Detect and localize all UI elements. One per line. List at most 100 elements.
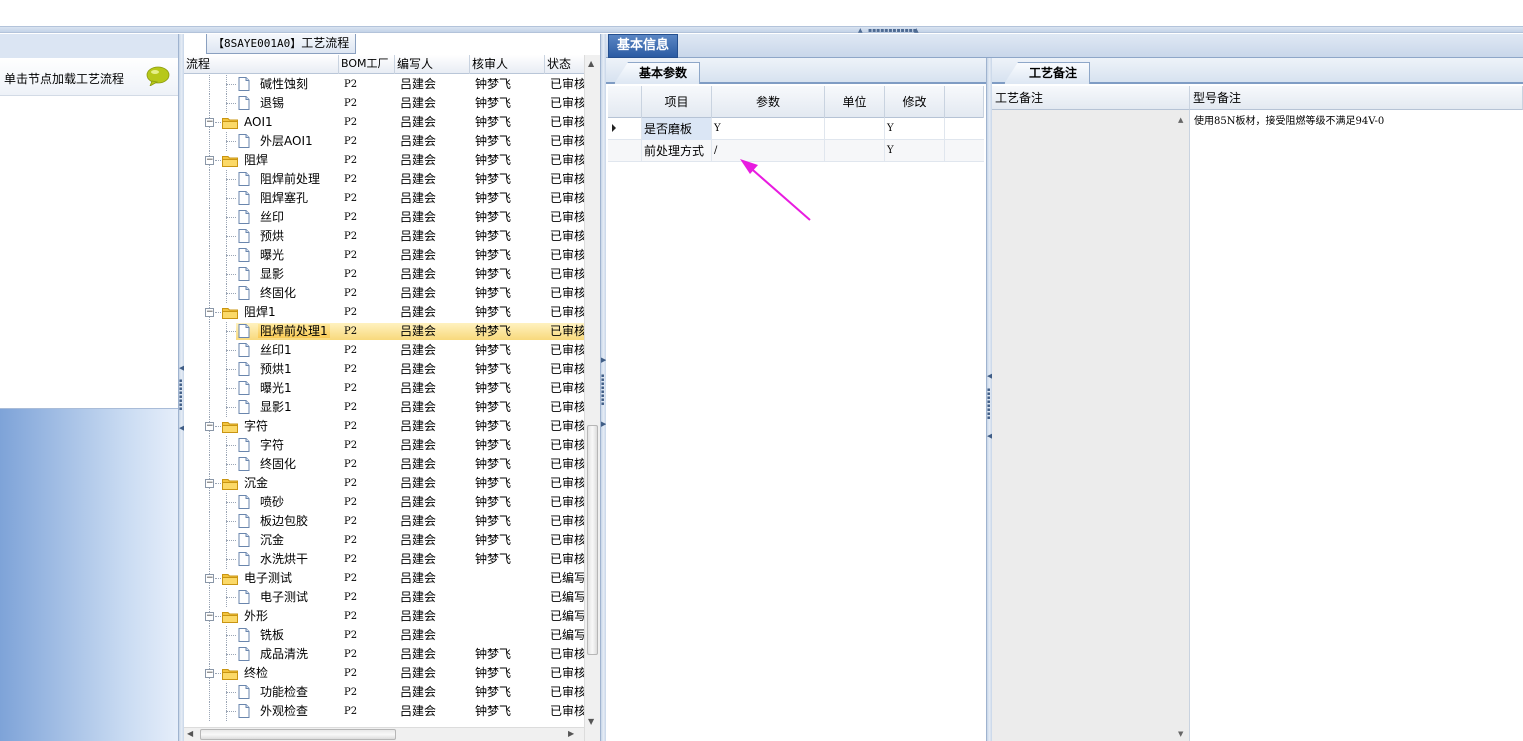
cell-status[interactable]: 已审核 bbox=[550, 322, 584, 341]
cell-reviewer[interactable]: 钟梦飞 bbox=[475, 493, 545, 512]
cell-status[interactable]: 已审核 bbox=[550, 702, 584, 721]
tree-row[interactable]: 预烘1 P2 吕建会 钟梦飞 已审核 bbox=[184, 360, 584, 379]
scroll-down-icon[interactable]: ▼ bbox=[588, 717, 594, 726]
tree-row[interactable]: − 字符 P2 吕建会 钟梦飞 已审核 bbox=[184, 417, 584, 436]
cell-bom-factory[interactable]: P2 bbox=[344, 569, 394, 588]
tree-row[interactable]: − 终检 P2 吕建会 钟梦飞 已审核 bbox=[184, 664, 584, 683]
cell-writer[interactable]: 吕建会 bbox=[400, 322, 470, 341]
cell-writer[interactable]: 吕建会 bbox=[400, 531, 470, 550]
cell-writer[interactable]: 吕建会 bbox=[400, 683, 470, 702]
cell-bom-factory[interactable]: P2 bbox=[344, 436, 394, 455]
cell-status[interactable]: 已审核 bbox=[550, 664, 584, 683]
tree-row[interactable]: 沉金 P2 吕建会 钟梦飞 已审核 bbox=[184, 531, 584, 550]
cell-status[interactable]: 已审核 bbox=[550, 75, 584, 94]
cell-bom-factory[interactable]: P2 bbox=[344, 379, 394, 398]
cell-bom-factory[interactable]: P2 bbox=[344, 588, 394, 607]
cell-status[interactable]: 已审核 bbox=[550, 550, 584, 569]
cell-writer[interactable]: 吕建会 bbox=[400, 265, 470, 284]
cell-reviewer[interactable]: 钟梦飞 bbox=[475, 322, 545, 341]
cell-bom-factory[interactable]: P2 bbox=[344, 246, 394, 265]
cell-reviewer[interactable]: 钟梦飞 bbox=[475, 531, 545, 550]
cell-bom-factory[interactable]: P2 bbox=[344, 417, 394, 436]
collapse-toggle-icon[interactable]: − bbox=[205, 308, 214, 317]
column-header-param[interactable]: 参数 bbox=[712, 86, 825, 118]
cell-status[interactable]: 已审核 bbox=[550, 151, 584, 170]
cell-status[interactable]: 已审核 bbox=[550, 132, 584, 151]
cell-process[interactable]: 退锡 bbox=[258, 94, 340, 113]
column-header-reviewer[interactable]: 核审人 bbox=[470, 55, 545, 74]
cell-bom-factory[interactable]: P2 bbox=[344, 113, 394, 132]
cell-bom-factory[interactable]: P2 bbox=[344, 607, 394, 626]
cell-process[interactable]: 外形 bbox=[242, 607, 340, 626]
cell-reviewer[interactable]: 钟梦飞 bbox=[475, 189, 545, 208]
cell-reviewer[interactable] bbox=[475, 626, 545, 645]
collapse-toggle-icon[interactable]: − bbox=[205, 669, 214, 678]
cell-status[interactable]: 已审核 bbox=[550, 265, 584, 284]
tree-row[interactable]: 退锡 P2 吕建会 钟梦飞 已审核 bbox=[184, 94, 584, 113]
cell-bom-factory[interactable]: P2 bbox=[344, 512, 394, 531]
tree-row[interactable]: − AOI1 P2 吕建会 钟梦飞 已审核 bbox=[184, 113, 584, 132]
cell-bom-factory[interactable]: P2 bbox=[344, 683, 394, 702]
cell-modify[interactable]: Y bbox=[885, 118, 945, 140]
tree-row[interactable]: 字符 P2 吕建会 钟梦飞 已审核 bbox=[184, 436, 584, 455]
cell-reviewer[interactable]: 钟梦飞 bbox=[475, 208, 545, 227]
collapse-toggle-icon[interactable]: − bbox=[205, 479, 214, 488]
cell-item[interactable]: 前处理方式 bbox=[642, 140, 712, 162]
column-header-status[interactable]: 状态 bbox=[545, 55, 584, 74]
cell-status[interactable]: 已审核 bbox=[550, 208, 584, 227]
cell-reviewer[interactable]: 钟梦飞 bbox=[475, 246, 545, 265]
cell-reviewer[interactable]: 钟梦飞 bbox=[475, 702, 545, 721]
tree-row[interactable]: 终固化 P2 吕建会 钟梦飞 已审核 bbox=[184, 455, 584, 474]
cell-bom-factory[interactable]: P2 bbox=[344, 645, 394, 664]
cell-process[interactable]: 功能检查 bbox=[258, 683, 340, 702]
cell-process[interactable]: 曝光 bbox=[258, 246, 340, 265]
tree-row[interactable]: 电子测试 P2 吕建会 已编写 bbox=[184, 588, 584, 607]
cell-process[interactable]: 显影 bbox=[258, 265, 340, 284]
cell-bom-factory[interactable]: P2 bbox=[344, 94, 394, 113]
cell-bom-factory[interactable]: P2 bbox=[344, 702, 394, 721]
scroll-right-icon[interactable]: ▶ bbox=[568, 729, 574, 738]
cell-modify[interactable]: Y bbox=[885, 140, 945, 162]
cell-writer[interactable]: 吕建会 bbox=[400, 588, 470, 607]
cell-bom-factory[interactable]: P2 bbox=[344, 208, 394, 227]
scroll-left-icon[interactable]: ◀ bbox=[187, 729, 193, 738]
tree-row[interactable]: 成品清洗 P2 吕建会 钟梦飞 已审核 bbox=[184, 645, 584, 664]
tree-row[interactable]: 丝印1 P2 吕建会 钟梦飞 已审核 bbox=[184, 341, 584, 360]
cell-reviewer[interactable]: 钟梦飞 bbox=[475, 132, 545, 151]
cell-process[interactable]: 碱性蚀刻 bbox=[258, 75, 340, 94]
column-header-model-note[interactable]: 型号备注 bbox=[1190, 86, 1523, 110]
cell-bom-factory[interactable]: P2 bbox=[344, 493, 394, 512]
scrollbar-thumb[interactable] bbox=[200, 729, 396, 740]
cell-status[interactable]: 已审核 bbox=[550, 170, 584, 189]
cell-reviewer[interactable]: 钟梦飞 bbox=[475, 645, 545, 664]
tree-row[interactable]: 板边包胶 P2 吕建会 钟梦飞 已审核 bbox=[184, 512, 584, 531]
cell-writer[interactable]: 吕建会 bbox=[400, 626, 470, 645]
tree-row[interactable]: 曝光1 P2 吕建会 钟梦飞 已审核 bbox=[184, 379, 584, 398]
column-header-process[interactable]: 流程 bbox=[184, 55, 339, 74]
cell-bom-factory[interactable]: P2 bbox=[344, 265, 394, 284]
cell-process[interactable]: 沉金 bbox=[242, 474, 340, 493]
tree-row[interactable]: 显影1 P2 吕建会 钟梦飞 已审核 bbox=[184, 398, 584, 417]
cell-writer[interactable]: 吕建会 bbox=[400, 702, 470, 721]
cell-reviewer[interactable] bbox=[475, 607, 545, 626]
cell-reviewer[interactable]: 钟梦飞 bbox=[475, 94, 545, 113]
cell-unit[interactable] bbox=[825, 118, 885, 140]
cell-item[interactable]: 是否磨板 bbox=[642, 118, 712, 140]
tab-basic-params[interactable]: 基本参数 bbox=[614, 62, 701, 84]
cell-reviewer[interactable]: 钟梦飞 bbox=[475, 170, 545, 189]
cell-writer[interactable]: 吕建会 bbox=[400, 227, 470, 246]
cell-bom-factory[interactable]: P2 bbox=[344, 664, 394, 683]
cell-writer[interactable]: 吕建会 bbox=[400, 474, 470, 493]
cell-writer[interactable]: 吕建会 bbox=[400, 493, 470, 512]
cell-reviewer[interactable]: 钟梦飞 bbox=[475, 265, 545, 284]
cell-writer[interactable]: 吕建会 bbox=[400, 341, 470, 360]
cell-bom-factory[interactable]: P2 bbox=[344, 360, 394, 379]
cell-process[interactable]: 外观检查 bbox=[258, 702, 340, 721]
cell-process[interactable]: 沉金 bbox=[258, 531, 340, 550]
cell-process[interactable]: 预烘 bbox=[258, 227, 340, 246]
cell-bom-factory[interactable]: P2 bbox=[344, 151, 394, 170]
cell-process[interactable]: 终固化 bbox=[258, 284, 340, 303]
cell-bom-factory[interactable]: P2 bbox=[344, 284, 394, 303]
cell-writer[interactable]: 吕建会 bbox=[400, 645, 470, 664]
cell-process[interactable]: 板边包胶 bbox=[258, 512, 340, 531]
